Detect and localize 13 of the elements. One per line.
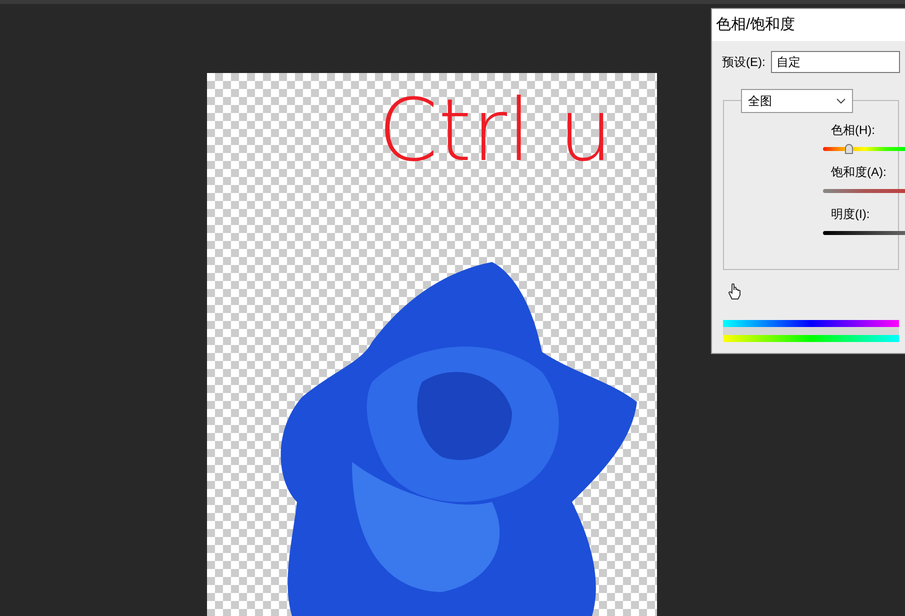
preset-dropdown[interactable]: 自定	[771, 51, 900, 73]
dialog-title: 色相/饱和度	[712, 9, 905, 41]
slider-track[interactable]	[823, 147, 905, 151]
slider-label: 饱和度(A):	[830, 164, 888, 181]
slider-label: 色相(H):	[830, 122, 876, 139]
slider-track[interactable]	[823, 189, 905, 193]
slider-track[interactable]	[823, 231, 905, 235]
chevron-down-icon	[836, 98, 846, 104]
handwritten-annotation: Ctrl u	[378, 88, 614, 174]
preset-label: 预设(E):	[722, 54, 766, 71]
channel-dropdown[interactable]: 全图	[741, 89, 853, 113]
slider-label: 明度(I):	[830, 206, 871, 223]
slider-thumb[interactable]	[844, 144, 853, 154]
